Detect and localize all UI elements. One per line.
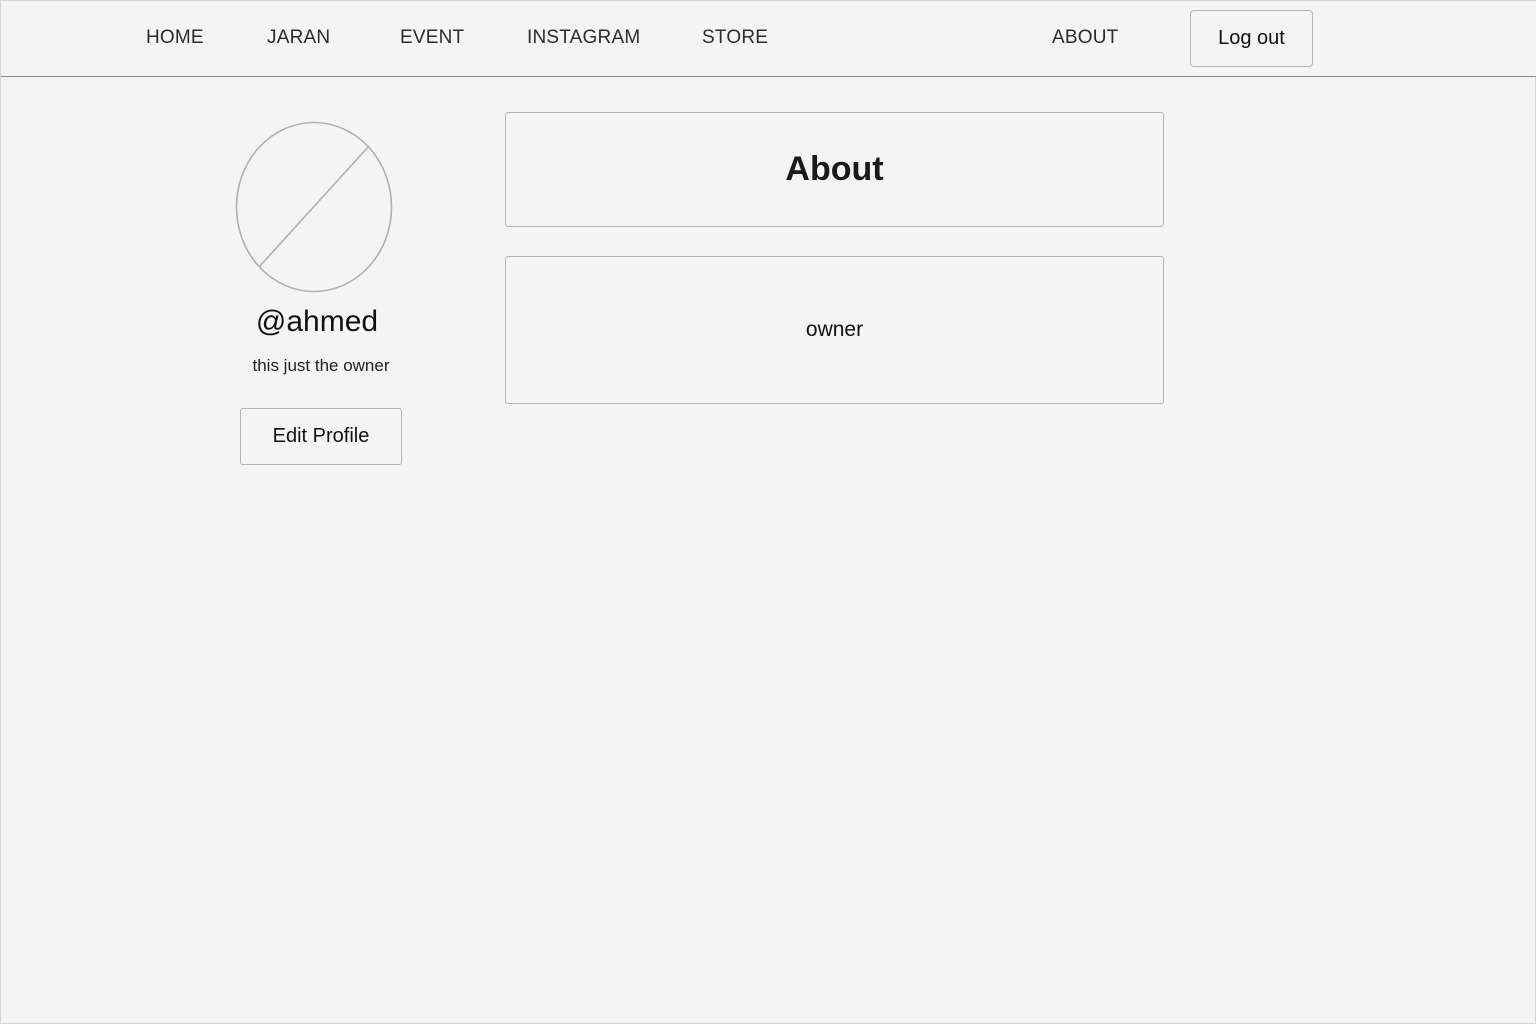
edit-profile-button[interactable]: Edit Profile <box>240 408 402 465</box>
about-title-panel: About <box>505 112 1164 227</box>
nav-link-event[interactable]: EVENT <box>400 27 464 49</box>
nav-link-home[interactable]: HOME <box>146 27 204 49</box>
logout-button[interactable]: Log out <box>1190 10 1313 67</box>
top-navigation-bar: HOME JARAN EVENT INSTAGRAM STORE ABOUT L… <box>1 1 1536 77</box>
nav-link-jaran[interactable]: JARAN <box>267 27 330 49</box>
nav-link-about[interactable]: ABOUT <box>1052 27 1118 49</box>
profile-username: @ahmed <box>255 305 379 338</box>
about-content: owner <box>805 318 864 341</box>
profile-bio: this just the owner <box>252 356 390 375</box>
about-content-panel: owner <box>505 256 1164 404</box>
nav-link-store[interactable]: STORE <box>702 27 768 49</box>
about-title: About <box>785 150 884 188</box>
avatar-placeholder-icon <box>235 121 393 293</box>
nav-link-instagram[interactable]: INSTAGRAM <box>527 27 640 49</box>
